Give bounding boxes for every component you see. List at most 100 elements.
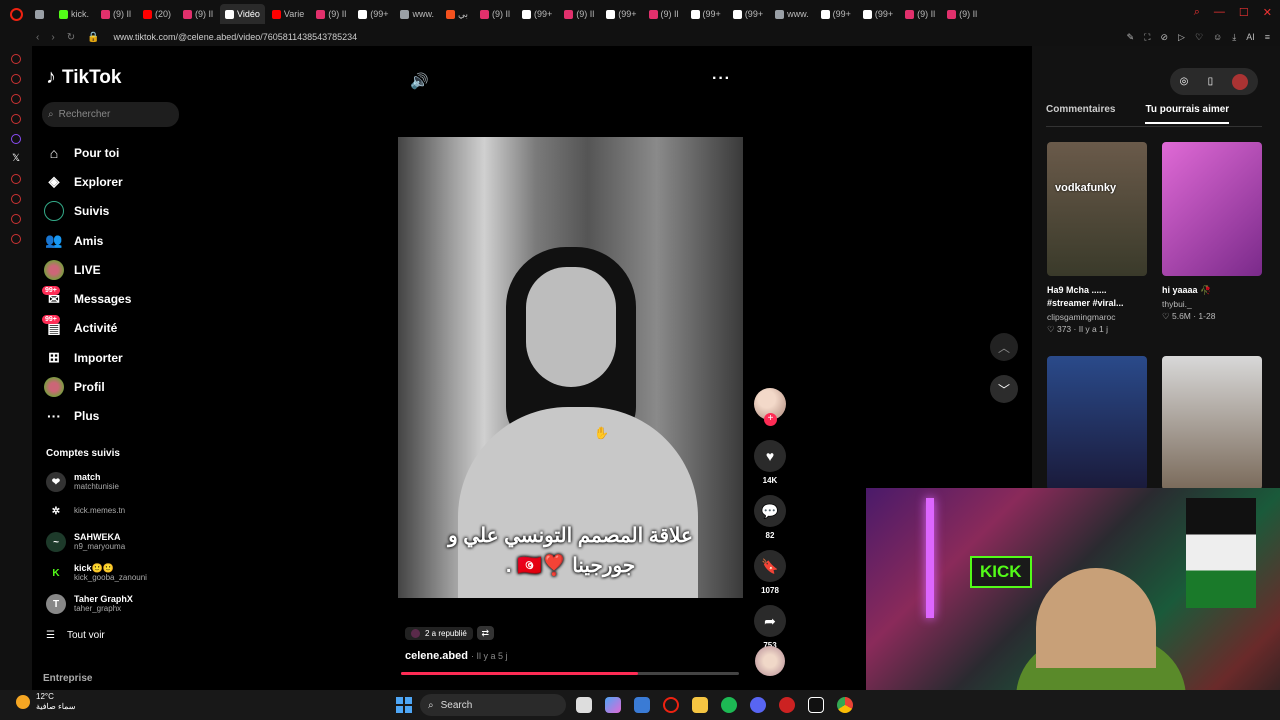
- sidebar-app-icon[interactable]: [11, 174, 21, 184]
- share-button[interactable]: ➦: [754, 605, 786, 637]
- sidebar-app-icon[interactable]: [11, 94, 21, 104]
- settings-icon[interactable]: [11, 234, 21, 244]
- ai-button[interactable]: AI: [1246, 32, 1255, 43]
- menu-icon[interactable]: ≡: [1265, 32, 1270, 43]
- store-icon[interactable]: [634, 697, 650, 713]
- x-icon[interactable]: 𝕏: [12, 154, 20, 164]
- browser-tab[interactable]: (9) Il: [559, 4, 599, 24]
- user-avatar[interactable]: [1232, 73, 1249, 90]
- sidebar-app-icon[interactable]: [11, 114, 21, 124]
- tiktok-logo[interactable]: ♪ TikTok: [46, 66, 121, 89]
- nav-item-importer[interactable]: ⊞ Importer: [44, 343, 184, 372]
- close-button[interactable]: ✕: [1263, 6, 1272, 19]
- followed-account[interactable]: ✲ kick.memes.tn: [46, 501, 186, 521]
- nav-item-activit[interactable]: ▤ 99+ Activité: [42, 314, 184, 343]
- forward-icon[interactable]: ›: [51, 32, 54, 43]
- save-button[interactable]: 🔖: [754, 550, 786, 582]
- recommended-video[interactable]: hi yaaaa 🥀 thybui._ ♡ 5.6M · 1-28: [1162, 142, 1262, 322]
- history-icon[interactable]: [11, 194, 21, 204]
- app-icon[interactable]: [779, 697, 795, 713]
- nav-item-plus[interactable]: ··· Plus: [44, 402, 184, 431]
- spotify-icon[interactable]: [721, 697, 737, 713]
- tab-comments[interactable]: Commentaires: [1046, 104, 1115, 124]
- minimize-button[interactable]: —: [1214, 6, 1225, 19]
- sidebar-app-icon[interactable]: [11, 74, 21, 84]
- tab-suggestions[interactable]: Tu pourrais aimer: [1145, 104, 1230, 124]
- search-tabs-icon[interactable]: ⌕: [1194, 6, 1200, 19]
- task-view-icon[interactable]: [576, 697, 592, 713]
- browser-tab[interactable]: (99+: [686, 4, 726, 24]
- recommended-video[interactable]: vodkafunky Ha9 Mcha ...... #streamer #vir…: [1047, 142, 1147, 335]
- browser-tab[interactable]: [30, 4, 52, 24]
- opera-logo-icon[interactable]: [10, 8, 23, 21]
- heart-icon[interactable]: ♡: [1195, 32, 1203, 43]
- browser-tab[interactable]: (99+: [728, 4, 768, 24]
- download-icon[interactable]: ⤓: [1232, 32, 1236, 43]
- taskbar-search[interactable]: ⌕ Search: [420, 694, 566, 716]
- url-field[interactable]: www.tiktok.com/@celene.abed/video/760581…: [114, 32, 358, 42]
- next-creator-avatar[interactable]: [755, 646, 785, 676]
- browser-tab[interactable]: (99+: [858, 4, 898, 24]
- repost-badge[interactable]: 2 a republié: [405, 626, 473, 640]
- more-options-icon[interactable]: ···: [712, 70, 731, 88]
- nav-item-live[interactable]: LIVE: [44, 255, 184, 284]
- block-icon[interactable]: ⊘: [1160, 32, 1168, 43]
- nav-item-explorer[interactable]: ◈ Explorer: [44, 167, 184, 196]
- nav-item-profil[interactable]: Profil: [44, 372, 184, 401]
- browser-tab[interactable]: (20): [138, 4, 176, 24]
- browser-tab[interactable]: (9) Il: [942, 4, 982, 24]
- sidebar-app-icon[interactable]: [11, 54, 21, 64]
- volume-icon[interactable]: 🔊: [410, 72, 429, 90]
- followed-account[interactable]: Kkick🙂🙂 kick_gooba_zanouni: [46, 563, 186, 583]
- browser-tab[interactable]: www.: [395, 4, 439, 24]
- creator-avatar[interactable]: +: [754, 388, 786, 426]
- recommended-video[interactable]: [1047, 356, 1147, 490]
- repost-icon[interactable]: ⇄: [476, 626, 494, 640]
- browser-tab[interactable]: www.: [770, 4, 814, 24]
- capcut-icon[interactable]: [808, 697, 824, 713]
- opera-icon[interactable]: [663, 697, 679, 713]
- browser-tab[interactable]: (9) Il: [900, 4, 940, 24]
- browser-tab[interactable]: Vidéo: [220, 4, 265, 24]
- video-author[interactable]: celene.abed · Il y a 5 j: [405, 650, 508, 662]
- weather-widget[interactable]: 12°C سماء صافية: [16, 692, 76, 712]
- followed-account[interactable]: ❤ match matchtunisie: [46, 472, 186, 492]
- search-input[interactable]: ⌕ Rechercher: [42, 102, 179, 127]
- nav-item-amis[interactable]: 👥 Amis: [44, 226, 184, 255]
- follow-plus-icon[interactable]: +: [764, 413, 777, 426]
- maximize-button[interactable]: ☐: [1239, 6, 1249, 19]
- video-player[interactable]: علاقة المصمم التونسي علي و جورجينا ❣️🇹🇳 …: [398, 137, 743, 598]
- copilot-icon[interactable]: [605, 697, 621, 713]
- followed-account[interactable]: ~ SAHWEKA n9_maryouma: [46, 532, 186, 552]
- previous-video-button[interactable]: ︿: [990, 333, 1018, 361]
- snapshot-icon[interactable]: ⛶: [1144, 32, 1150, 43]
- nav-item-messages[interactable]: ✉ 99+ Messages: [42, 284, 184, 313]
- browser-tab[interactable]: (9) Il: [311, 4, 351, 24]
- browser-tab[interactable]: (9) Il: [475, 4, 515, 24]
- comment-button[interactable]: 💬: [754, 495, 786, 527]
- windows-start-icon[interactable]: [396, 697, 412, 713]
- browser-tab[interactable]: (9) Il: [644, 4, 684, 24]
- account-icon[interactable]: ☺: [1213, 32, 1222, 43]
- compass-icon[interactable]: ◎: [1180, 76, 1189, 87]
- video-progress[interactable]: [401, 672, 739, 675]
- next-video-button[interactable]: ﹀: [990, 375, 1018, 403]
- nav-item-pourtoi[interactable]: ⌂ Pour toi: [44, 138, 184, 167]
- browser-tab[interactable]: (99+: [353, 4, 393, 24]
- browser-tab[interactable]: (99+: [517, 4, 557, 24]
- followed-account[interactable]: T Taher GraphX taher_graphx: [46, 594, 186, 614]
- browser-tab[interactable]: Varie: [267, 4, 309, 24]
- browser-tab[interactable]: (99+: [816, 4, 856, 24]
- back-icon[interactable]: ‹: [36, 32, 39, 43]
- browser-tab[interactable]: (9) Il: [96, 4, 136, 24]
- browser-tab[interactable]: بي: [441, 4, 473, 24]
- file-explorer-icon[interactable]: [692, 697, 708, 713]
- twitch-icon[interactable]: [11, 134, 21, 144]
- chrome-icon[interactable]: [837, 697, 853, 713]
- play-icon[interactable]: ▷: [1178, 32, 1185, 43]
- pin-icon[interactable]: ✎: [1127, 32, 1135, 43]
- see-all-link[interactable]: ☰ Tout voir: [46, 630, 105, 641]
- recommended-video[interactable]: [1162, 356, 1262, 490]
- nav-item-suivis[interactable]: Suivis: [44, 197, 184, 226]
- browser-tab[interactable]: kick.: [54, 4, 94, 24]
